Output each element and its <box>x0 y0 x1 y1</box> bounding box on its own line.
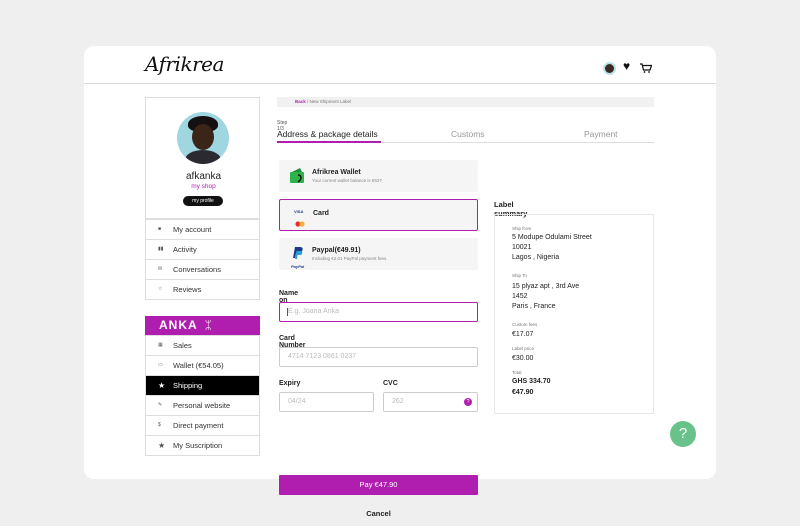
name-on-card-input[interactable]: E.g. Joana Anka <box>279 302 478 322</box>
total-label: Total <box>512 370 522 375</box>
payment-option-wallet[interactable]: Afrikrea Wallet Your current wallet bala… <box>279 160 478 192</box>
label-price-label: Label price <box>512 346 535 351</box>
user-avatar[interactable] <box>603 62 616 75</box>
ship-to-line: 1452 <box>512 293 528 300</box>
home-icon: ■ <box>158 226 162 232</box>
menu-item-label: Reviews <box>173 285 202 294</box>
breadcrumb: Back / New Shipment Label <box>277 97 654 107</box>
menu-item-conversations[interactable]: ✉ Conversations <box>146 259 259 279</box>
payment-option-subtitle: Including €2.01 PayPal payment fees. <box>312 256 388 261</box>
menu-item-label: Direct payment <box>173 421 224 430</box>
ship-from-label: Ship from <box>512 226 532 231</box>
menu-item-label: My account <box>173 225 212 234</box>
payment-option-title: Card <box>313 210 329 217</box>
star-outline-icon: ☆ <box>158 286 163 292</box>
account-menu: ■ My account ▮▮ Activity ✉ Conversations ☆ R… <box>145 219 260 300</box>
menu-item-label: My Suscription <box>173 441 223 450</box>
ship-from-line: 5 Modupe Odulami Street <box>512 234 592 241</box>
paypal-badge: PayPal <box>291 264 305 269</box>
help-button[interactable]: ? <box>670 421 696 447</box>
ship-to-label: Ship To <box>512 273 527 278</box>
menu-item-reviews[interactable]: ☆ Reviews <box>146 279 259 299</box>
ship-from-line: Lagos , Nigeria <box>512 254 560 261</box>
menu-item-label: Shipping <box>173 381 203 390</box>
anka-brand: ANKA <box>159 318 198 332</box>
menu-item-activity[interactable]: ▮▮ Activity <box>146 239 259 259</box>
active-tab-indicator <box>277 141 381 143</box>
menu-item-wallet[interactable]: ▭ Wallet (€54.05) <box>146 355 259 375</box>
menu-item-direct-payment[interactable]: $ Direct payment <box>146 415 259 435</box>
payment-option-title: Afrikrea Wallet <box>312 169 361 176</box>
payment-option-title: Paypal(€49.91) <box>312 247 361 254</box>
expiry-label: Expiry <box>279 380 301 387</box>
menu-item-my-account[interactable]: ■ My account <box>146 219 259 239</box>
menu-item-label: Conversations <box>173 265 221 274</box>
payment-option-paypal[interactable]: PayPal Paypal(€49.91) Including €2.01 Pa… <box>279 238 478 270</box>
tab-address[interactable]: Address & package details <box>277 129 378 139</box>
expiry-input[interactable]: 04/24 <box>279 392 374 412</box>
menu-item-my-subscription[interactable]: ★ My Suscription <box>146 435 259 455</box>
profile-photo <box>177 112 229 164</box>
my-shop-link[interactable]: my shop <box>146 183 261 190</box>
ship-to-line: Paris , France <box>512 303 556 310</box>
tab-customs[interactable]: Customs <box>451 129 485 139</box>
pay-button[interactable]: Pay €47.90 <box>279 475 478 495</box>
visa-badge: VISA <box>294 209 304 214</box>
anka-banner: ANKA ᛯ <box>145 316 260 335</box>
cvc-input[interactable]: 262? <box>383 392 478 412</box>
menu-item-sales[interactable]: ▦ Sales <box>146 335 259 355</box>
tab-payment[interactable]: Payment <box>584 129 618 139</box>
star-icon: ★ <box>158 381 166 390</box>
bar-chart-icon: ▮▮ <box>158 246 164 252</box>
help-icon[interactable]: ? <box>464 398 472 406</box>
sales-icon: ▦ <box>158 342 163 348</box>
custom-fees-label: Custom fees <box>512 322 538 327</box>
visa-mastercard-icon: VISA <box>294 209 306 232</box>
my-profile-button[interactable]: my profile <box>183 196 223 206</box>
total-eur-value: €47.90 <box>512 389 534 396</box>
paypal-icon: PayPal <box>291 246 304 269</box>
wallet-icon: ▭ <box>158 362 163 368</box>
cvc-placeholder: 262 <box>392 398 404 405</box>
profile-card: afkanka my shop my profile <box>145 97 260 219</box>
star-icon: ★ <box>158 441 166 450</box>
wallet-icon <box>289 168 307 189</box>
menu-item-label: Activity <box>173 245 197 254</box>
heart-icon[interactable]: ♥ <box>623 59 630 73</box>
menu-item-label: Wallet (€54.05) <box>173 361 224 370</box>
cancel-button[interactable]: Cancel <box>279 509 478 518</box>
cart-icon[interactable] <box>640 60 653 78</box>
step-tabs: Address & package details Customs Paymen… <box>277 127 654 143</box>
anka-glyph: ᛯ <box>204 318 213 332</box>
custom-fees-value: €17.07 <box>512 331 534 338</box>
sidebar: afkanka my shop my profile ■ My account ▮… <box>145 97 260 456</box>
payment-option-card[interactable]: VISA Card <box>279 199 478 231</box>
menu-item-label: Sales <box>173 341 192 350</box>
profile-name: afkanka <box>185 171 222 182</box>
back-link[interactable]: Back <box>295 99 306 104</box>
menu-item-shipping[interactable]: ★ Shipping <box>146 375 259 395</box>
pencil-icon: ✎ <box>158 402 163 408</box>
menu-item-label: Personal website <box>173 401 231 410</box>
card-number-input[interactable]: 4714 7123 0861 0237 <box>279 347 478 367</box>
ship-to-line: 15 plyaz apt , 3rd Ave <box>512 283 580 290</box>
label-summary-card: Ship from 5 Modupe Odulami Street 10021 … <box>494 214 654 414</box>
mail-icon: ✉ <box>158 266 163 272</box>
menu-item-personal-website[interactable]: ✎ Personal website <box>146 395 259 415</box>
top-bar: Afrikrea ♥ <box>84 46 716 84</box>
breadcrumb-current: / New Shipment Label <box>305 99 352 104</box>
cvc-label: CVC <box>383 380 398 387</box>
payment-option-subtitle: Your current wallet balance is €527 <box>312 178 382 183</box>
ship-from-line: 10021 <box>512 244 532 251</box>
anka-menu: ▦ Sales ▭ Wallet (€54.05) ★ Shipping ✎ Perso… <box>145 335 260 456</box>
total-ghs-value: GHS 334.70 <box>512 378 551 385</box>
afrikrea-logo[interactable]: Afrikrea <box>145 52 224 76</box>
label-price-value: €30.00 <box>512 355 534 362</box>
dollar-icon: $ <box>158 422 161 428</box>
